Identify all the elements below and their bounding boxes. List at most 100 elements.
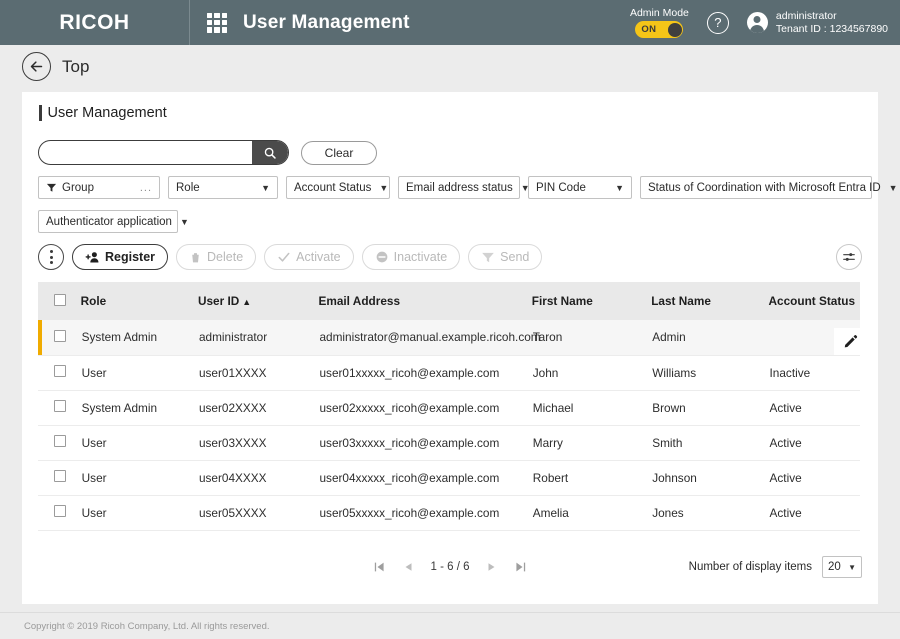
trash-icon	[192, 252, 199, 262]
register-button[interactable]: Register	[72, 244, 169, 270]
cell-user-id: user02XXXX	[197, 390, 319, 426]
register-label: Register	[105, 250, 156, 264]
edit-icon	[844, 335, 857, 348]
user-account-chip[interactable]: administrator Tenant ID : 1234567890	[746, 9, 888, 36]
cell-account-status: Inactive	[768, 355, 860, 391]
select-all-checkbox[interactable]	[54, 293, 66, 306]
row-select-cell	[38, 390, 81, 426]
action-toolbar: Register Delete Activate Inactivate Send	[38, 244, 543, 270]
breadcrumb-label[interactable]: Top	[62, 57, 89, 77]
cell-role: User	[80, 460, 198, 496]
search-button[interactable]	[252, 141, 288, 164]
display-items-select[interactable]: 20 ▼	[822, 556, 862, 578]
filter-entra-coordination-label: Status of Coordination with Microsoft En…	[648, 181, 881, 194]
filter-group[interactable]: Group ...	[38, 176, 160, 199]
previous-page-button[interactable]	[403, 560, 415, 574]
user-name: administrator	[775, 9, 837, 22]
table-body: System Admin administrator administrator…	[38, 320, 860, 531]
more-options-button[interactable]	[38, 244, 64, 270]
table-row[interactable]: User user05XXXX user05xxxxx_ricoh@exampl…	[38, 495, 860, 531]
column-header-first-name[interactable]: First Name	[531, 282, 652, 320]
row-select-cell	[38, 425, 81, 461]
filter-email-address-status[interactable]: Email address status ▼	[398, 176, 530, 199]
inactivate-button: Inactivate	[361, 244, 461, 270]
table-row[interactable]: User user04XXXX user04xxxxx_ricoh@exampl…	[38, 460, 860, 496]
tenant-id: Tenant ID : 1234567890	[775, 22, 888, 35]
cell-last-name: Jones	[651, 495, 769, 531]
search-row: Clear	[38, 140, 377, 165]
display-items-control: Number of display items 20 ▼	[689, 556, 862, 578]
apps-grid-icon[interactable]	[207, 12, 227, 33]
admin-mode-state: ON	[641, 24, 657, 35]
admin-mode-control[interactable]: Admin Mode ON	[630, 7, 689, 38]
add-user-icon	[85, 251, 99, 262]
row-checkbox[interactable]	[54, 329, 66, 342]
page-title-wrap: User Management	[39, 105, 167, 121]
search-input[interactable]	[39, 141, 252, 164]
column-header-user-id-label: User ID	[197, 294, 240, 308]
filter-row-primary: Group ... Role ▼ Account Status ▼ Email …	[38, 176, 898, 199]
cell-role: User	[80, 425, 198, 461]
cell-user-id: user04XXXX	[197, 460, 319, 496]
row-checkbox[interactable]	[54, 365, 66, 377]
row-select-cell	[38, 320, 81, 356]
last-page-icon	[516, 562, 526, 572]
filter-pin-code-label: PIN Code	[536, 181, 586, 194]
table-row[interactable]: User user03XXXX user03xxxxx_ricoh@exampl…	[38, 425, 860, 461]
filter-pin-code[interactable]: PIN Code ▼	[528, 176, 632, 199]
filter-authenticator-application-label: Authenticator application	[46, 215, 172, 228]
table-row[interactable]: System Admin user02XXXX user02xxxxx_rico…	[38, 390, 860, 426]
row-checkbox[interactable]	[54, 400, 66, 412]
app-title: User Management	[243, 11, 410, 33]
row-checkbox[interactable]	[54, 435, 66, 447]
row-checkbox[interactable]	[54, 505, 66, 517]
display-items-value: 20	[828, 561, 841, 573]
column-header-user-id[interactable]: User ID ▲	[197, 282, 319, 320]
column-header-email-address[interactable]: Email Address	[318, 282, 532, 320]
cell-user-id: user01XXXX	[197, 355, 319, 391]
filter-entra-coordination[interactable]: Status of Coordination with Microsoft En…	[640, 176, 898, 199]
cell-first-name: Taron	[531, 320, 652, 356]
first-page-button[interactable]	[373, 560, 387, 574]
help-icon[interactable]: ?	[706, 11, 729, 34]
column-header-role[interactable]: Role	[80, 282, 198, 320]
activate-button: Activate	[264, 244, 354, 270]
page-footer: Copyright © 2019 Ricoh Company, Ltd. All…	[0, 612, 900, 639]
send-icon	[482, 252, 494, 263]
filter-account-status[interactable]: Account Status ▼	[286, 176, 390, 199]
check-icon	[278, 252, 290, 262]
cell-role: User	[80, 355, 198, 391]
column-header-account-status[interactable]: Account Status	[768, 282, 860, 320]
next-page-button[interactable]	[486, 560, 498, 574]
cell-first-name: John	[531, 355, 652, 391]
user-management-page: RICOH User Management Admin Mode ON ? ad…	[0, 0, 900, 639]
row-edit-button[interactable]	[834, 328, 860, 355]
filter-authenticator-application[interactable]: Authenticator application ▼	[38, 210, 189, 233]
cell-email: administrator@manual.example.ricoh.com	[318, 320, 541, 356]
filter-role[interactable]: Role ▼	[168, 176, 278, 199]
cell-first-name: Marry	[531, 425, 652, 461]
filter-group-ellipsis: ...	[139, 181, 152, 194]
back-arrow-icon	[30, 61, 43, 72]
column-header-last-name[interactable]: Last Name	[651, 282, 769, 320]
toggle-knob	[667, 22, 682, 37]
cell-email: user03xxxxx_ricoh@example.com	[318, 425, 532, 461]
pagination-range: 1 - 6 / 6	[430, 561, 470, 573]
admin-mode-toggle[interactable]: ON	[635, 21, 684, 38]
table-settings-button[interactable]	[836, 244, 862, 270]
previous-page-icon	[405, 563, 412, 571]
last-page-button[interactable]	[514, 560, 528, 574]
next-page-icon	[488, 563, 495, 571]
filter-email-address-status-label: Email address status	[406, 181, 513, 194]
search-icon	[264, 147, 276, 159]
back-button[interactable]	[22, 52, 51, 81]
table-row[interactable]: System Admin administrator administrator…	[38, 320, 860, 356]
copyright-text: Copyright © 2019 Ricoh Company, Ltd. All…	[24, 620, 270, 632]
row-checkbox[interactable]	[54, 470, 66, 482]
table-row[interactable]: User user01XXXX user01xxxxx_ricoh@exampl…	[38, 355, 860, 391]
activate-label: Activate	[296, 250, 341, 264]
cell-email: user05xxxxx_ricoh@example.com	[318, 495, 532, 531]
cell-user-id: user03XXXX	[197, 425, 319, 461]
cell-account-status: Active	[768, 425, 860, 461]
clear-button[interactable]: Clear	[301, 140, 377, 165]
